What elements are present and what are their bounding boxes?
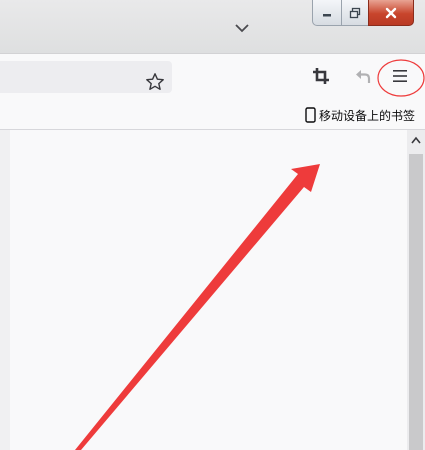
hamburger-menu-icon[interactable] bbox=[388, 64, 412, 88]
close-button[interactable] bbox=[368, 0, 414, 26]
navigation-toolbar bbox=[0, 54, 425, 100]
vertical-scrollbar[interactable] bbox=[407, 130, 425, 450]
crop-icon[interactable] bbox=[311, 66, 331, 86]
scrollbar-thumb[interactable] bbox=[409, 154, 423, 450]
star-outline-icon[interactable] bbox=[145, 72, 165, 92]
mobile-bookmarks-label: 移动设备上的书签 bbox=[318, 108, 415, 123]
title-bar bbox=[0, 0, 425, 54]
mobile-bookmarks-item[interactable]: 移动设备上的书签 bbox=[305, 105, 415, 125]
restore-icon bbox=[349, 7, 361, 18]
minimize-icon bbox=[323, 13, 331, 16]
undo-arrow-icon[interactable] bbox=[354, 67, 372, 85]
chevron-down-icon[interactable] bbox=[233, 20, 251, 36]
bookmarks-toolbar: 移动设备上的书签 bbox=[0, 100, 425, 130]
mobile-device-icon bbox=[305, 107, 316, 123]
window-controls bbox=[312, 0, 425, 28]
url-bar[interactable] bbox=[0, 61, 172, 93]
minimize-button[interactable] bbox=[312, 0, 342, 26]
scroll-up-arrow-icon[interactable] bbox=[407, 130, 425, 152]
page-content bbox=[10, 130, 406, 450]
content-left-edge bbox=[0, 130, 10, 450]
restore-button[interactable] bbox=[341, 0, 369, 26]
close-x-icon bbox=[385, 7, 397, 18]
